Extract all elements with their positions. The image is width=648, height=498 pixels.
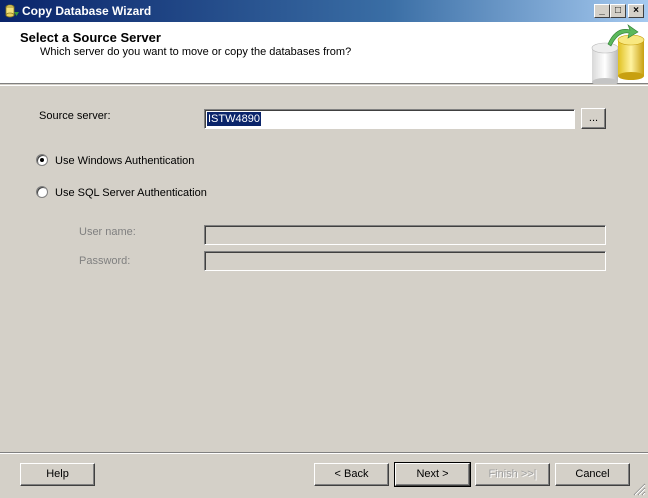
- password-label: Password:: [79, 255, 131, 267]
- footer-divider-highlight: [0, 453, 648, 454]
- radio-selected-dot: [40, 158, 44, 162]
- wizard-header: Select a Source Server Which server do y…: [0, 22, 648, 84]
- finish-button[interactable]: Finish >>|: [475, 463, 550, 486]
- user-name-input[interactable]: [204, 225, 606, 245]
- window-title: Copy Database Wizard: [22, 4, 152, 18]
- close-button[interactable]: ×: [628, 4, 644, 18]
- page-title: Select a Source Server: [20, 30, 161, 45]
- source-server-label: Source server:: [39, 110, 111, 122]
- windows-auth-radio[interactable]: [36, 154, 48, 166]
- sql-auth-label[interactable]: Use SQL Server Authentication: [55, 187, 207, 199]
- header-divider: [0, 85, 648, 86]
- database-copy-art-icon: [591, 24, 645, 84]
- user-name-label: User name:: [79, 226, 136, 238]
- database-wizard-icon: [5, 4, 19, 18]
- minimize-button[interactable]: _: [594, 4, 610, 18]
- sql-auth-radio[interactable]: [36, 186, 48, 198]
- next-button[interactable]: Next >: [394, 462, 471, 487]
- page-subtitle: Which server do you want to move or copy…: [40, 46, 352, 58]
- help-button[interactable]: Help: [20, 463, 95, 486]
- browse-server-button[interactable]: ...: [581, 108, 606, 129]
- source-server-value: ISTW4890: [207, 112, 261, 126]
- cancel-button[interactable]: Cancel: [555, 463, 630, 486]
- maximize-button[interactable]: □: [610, 4, 626, 18]
- source-server-input[interactable]: ISTW4890: [204, 109, 575, 129]
- password-input[interactable]: [204, 251, 606, 271]
- resize-grip-icon[interactable]: [632, 482, 646, 496]
- title-bar[interactable]: Copy Database Wizard _ □ ×: [0, 0, 648, 22]
- back-button[interactable]: < Back: [314, 463, 389, 486]
- windows-auth-label[interactable]: Use Windows Authentication: [55, 155, 194, 167]
